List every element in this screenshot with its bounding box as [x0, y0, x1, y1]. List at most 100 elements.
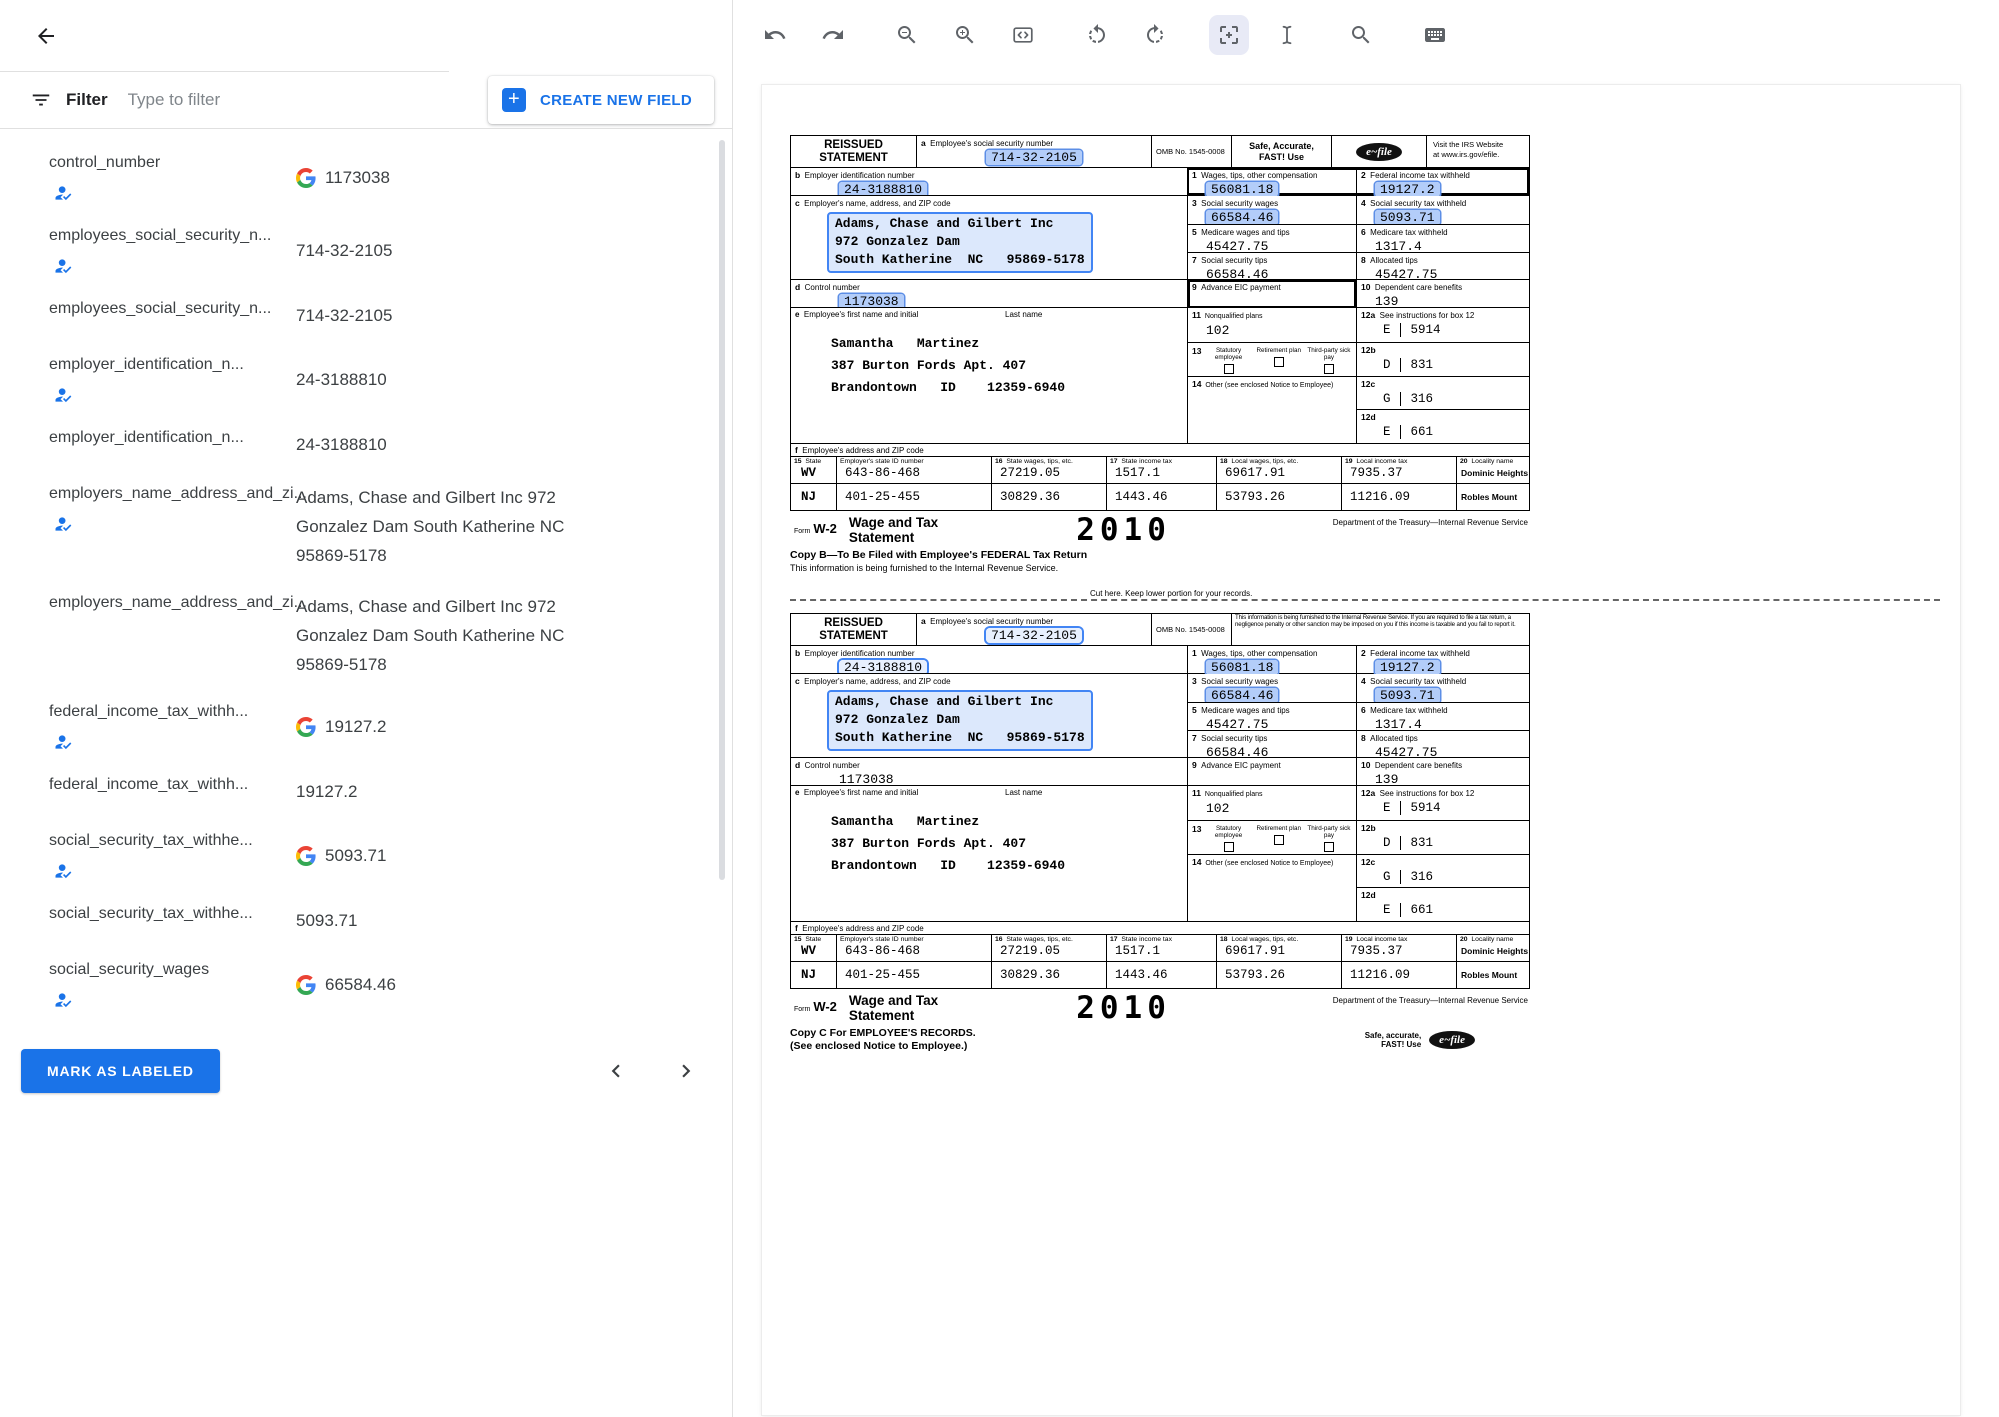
field-item[interactable]: federal_income_tax_withh...19127.2 — [49, 763, 672, 819]
document-page[interactable]: REISSUEDSTATEMENTa Employee's social sec… — [762, 85, 1960, 1415]
human-labeled-icon — [53, 183, 296, 203]
field-item[interactable]: federal_income_tax_withh...19127.2 — [49, 690, 672, 763]
field-item[interactable]: employers_name_address_and_zi...Adams, C… — [49, 581, 672, 690]
w2-form-copy-b: REISSUEDSTATEMENTa Employee's social sec… — [790, 135, 1960, 573]
w2-box-d-control: d Control number1173038 — [791, 280, 1187, 307]
w2-checkbox-col: Retirement plan — [1254, 823, 1304, 854]
copy-c-line1: Copy C For EMPLOYEE'S RECORDS. — [790, 1027, 976, 1040]
w2-box-box10: 10 Dependent care benefits139 — [1356, 758, 1529, 786]
mark-as-labeled-button[interactable]: MARK AS LABELED — [21, 1049, 220, 1093]
w2-box-e-employee: e Employee's first name and initialLast … — [791, 786, 1187, 921]
field-value: 5093.71 — [296, 830, 672, 881]
field-label: social_security_wages — [49, 959, 296, 981]
document-toolbar — [733, 0, 1999, 70]
zoom-in-tool-button[interactable] — [945, 15, 985, 55]
w2-control-value[interactable]: 1173038 — [839, 294, 904, 307]
rotate-right-tool-button[interactable] — [1135, 15, 1175, 55]
w2-box-box11: 11 Nonqualified plans102 — [1187, 308, 1356, 342]
w2-ssn-value[interactable]: 714-32-2105 — [986, 628, 1082, 643]
field-item[interactable]: control_number1173038 — [49, 141, 672, 214]
text-select-tool-button[interactable] — [1267, 15, 1307, 55]
app-root: Filter + CREATE NEW FIELD control_number… — [0, 0, 1999, 1417]
field-item[interactable]: employees_social_security_n...714-32-210… — [49, 214, 672, 287]
w2-copy-b: REISSUEDSTATEMENTa Employee's social sec… — [790, 135, 1530, 573]
field-info: employer_identification_n... — [49, 354, 296, 405]
w2-box3-value[interactable]: 66584.46 — [1206, 210, 1278, 224]
w2-box-box7: 7 Social security tips66584.46 — [1187, 730, 1356, 758]
previous-page-button[interactable] — [596, 1051, 636, 1091]
field-value-text: Adams, Chase and Gilbert Inc 972 Gonzale… — [296, 592, 606, 679]
w2-box1-value[interactable]: 56081.18 — [1206, 660, 1278, 674]
bottom-bar: MARK AS LABELED — [0, 1041, 732, 1093]
w2-box4-value[interactable]: 5093.71 — [1375, 210, 1440, 224]
copy-c-line2: (See enclosed Notice to Employee.) — [790, 1040, 976, 1053]
w2-box-d-control: d Control number1173038 — [791, 758, 1187, 785]
next-page-button[interactable] — [666, 1051, 706, 1091]
w2-checkbox-col: Retirement plan — [1254, 345, 1304, 376]
rotate-right-icon — [1143, 23, 1167, 47]
w2-box-13-checkboxes: 13Statutory employeeRetirement planThird… — [1187, 820, 1356, 854]
fit-view-tool-button[interactable] — [1003, 15, 1043, 55]
w2-box-box8: 8 Allocated tips45427.75 — [1356, 730, 1529, 758]
w2-box-a-ssn: a Employee's social security number714-3… — [916, 614, 1151, 645]
text-select-icon — [1275, 23, 1299, 47]
field-value-text: 5093.71 — [296, 906, 357, 935]
checkbox[interactable] — [1224, 364, 1234, 374]
create-new-field-button[interactable]: + CREATE NEW FIELD — [488, 76, 714, 124]
w2-state-cell: 16 State wages, tips, etc.27219.05 — [991, 457, 1106, 483]
checkbox[interactable] — [1324, 364, 1334, 374]
undo-tool-button[interactable] — [755, 15, 795, 55]
back-button[interactable] — [26, 16, 66, 56]
redo-tool-button[interactable] — [813, 15, 853, 55]
form-w2-label: FormW-2 — [794, 993, 837, 1014]
checkbox[interactable] — [1324, 842, 1334, 852]
search-tool-button[interactable] — [1341, 15, 1381, 55]
field-value-text: 24-3188810 — [296, 430, 387, 459]
w2-box1-value[interactable]: 56081.18 — [1206, 182, 1278, 196]
field-item[interactable]: employees_social_security_n...714-32-210… — [49, 287, 672, 343]
field-item[interactable]: social_security_tax_withhe...5093.71 — [49, 819, 672, 892]
w2-state-cell: Employer's state ID number643-86-468 — [836, 457, 991, 483]
add-region-tool-button[interactable] — [1209, 15, 1249, 55]
w2-state-cell: 17 State income tax1517.1 — [1106, 935, 1216, 961]
w2-ein-value[interactable]: 24-3188810 — [839, 182, 927, 195]
field-info: federal_income_tax_withh... — [49, 701, 296, 752]
field-value: 714-32-2105 — [296, 298, 672, 332]
w2-box6-value: 1317.4 — [1375, 239, 1422, 252]
field-item[interactable]: employer_identification_n...24-3188810 — [49, 343, 672, 416]
zoom-out-tool-button[interactable] — [887, 15, 927, 55]
w2-employer-address-highlight[interactable]: Adams, Chase and Gilbert Inc972 Gonzalez… — [827, 212, 1093, 273]
checkbox[interactable] — [1224, 842, 1234, 852]
w2-box4-value[interactable]: 5093.71 — [1375, 688, 1440, 702]
rotate-left-tool-button[interactable] — [1077, 15, 1117, 55]
w2-state-cell: 11216.09 — [1341, 962, 1456, 988]
scrollbar-thumb[interactable] — [719, 140, 725, 880]
filter-input[interactable] — [128, 90, 358, 110]
w2-box10-value: 139 — [1375, 294, 1398, 308]
w2-box2-value[interactable]: 19127.2 — [1375, 660, 1440, 674]
w2-box3-value[interactable]: 66584.46 — [1206, 688, 1278, 702]
w2-ein-value[interactable]: 24-3188810 — [839, 660, 927, 673]
field-item[interactable]: employer_identification_n...24-3188810 — [49, 416, 672, 472]
w2-box-box5: 5 Medicare wages and tips45427.75 — [1187, 224, 1356, 252]
w2-box-box6: 6 Medicare tax withheld1317.4 — [1356, 702, 1529, 730]
checkbox[interactable] — [1274, 835, 1284, 845]
w2-state-cell: Robles Mount — [1456, 484, 1529, 510]
w2-state-cell: 18 Local wages, tips, etc.69617.91 — [1216, 457, 1341, 483]
safe-accurate-text: Safe, accurate,FAST! Use — [1365, 1031, 1421, 1049]
w2-ssn-value[interactable]: 714-32-2105 — [986, 150, 1082, 165]
w2-box-14: 14 Other (see enclosed Notice to Employe… — [1187, 376, 1356, 444]
w2-employee-address-line1: 387 Burton Fords Apt. 407 — [831, 358, 1187, 373]
field-item[interactable]: social_security_wages66584.46 — [49, 948, 672, 1021]
field-label: employees_social_security_n... — [49, 225, 296, 247]
field-value: 24-3188810 — [296, 354, 672, 405]
field-info: employers_name_address_and_zi... — [49, 592, 296, 679]
w2-employer-address-highlight[interactable]: Adams, Chase and Gilbert Inc972 Gonzalez… — [827, 690, 1093, 751]
w2-box-box3: 3 Social security wages66584.46 — [1187, 674, 1356, 702]
field-item[interactable]: employers_name_address_and_zi...Adams, C… — [49, 472, 672, 581]
w2-copy-c: REISSUEDSTATEMENTa Employee's social sec… — [790, 613, 1530, 1053]
field-item[interactable]: social_security_tax_withhe...5093.71 — [49, 892, 672, 948]
keyboard-tool-button[interactable] — [1415, 15, 1455, 55]
checkbox[interactable] — [1274, 357, 1284, 367]
w2-box2-value[interactable]: 19127.2 — [1375, 182, 1440, 196]
